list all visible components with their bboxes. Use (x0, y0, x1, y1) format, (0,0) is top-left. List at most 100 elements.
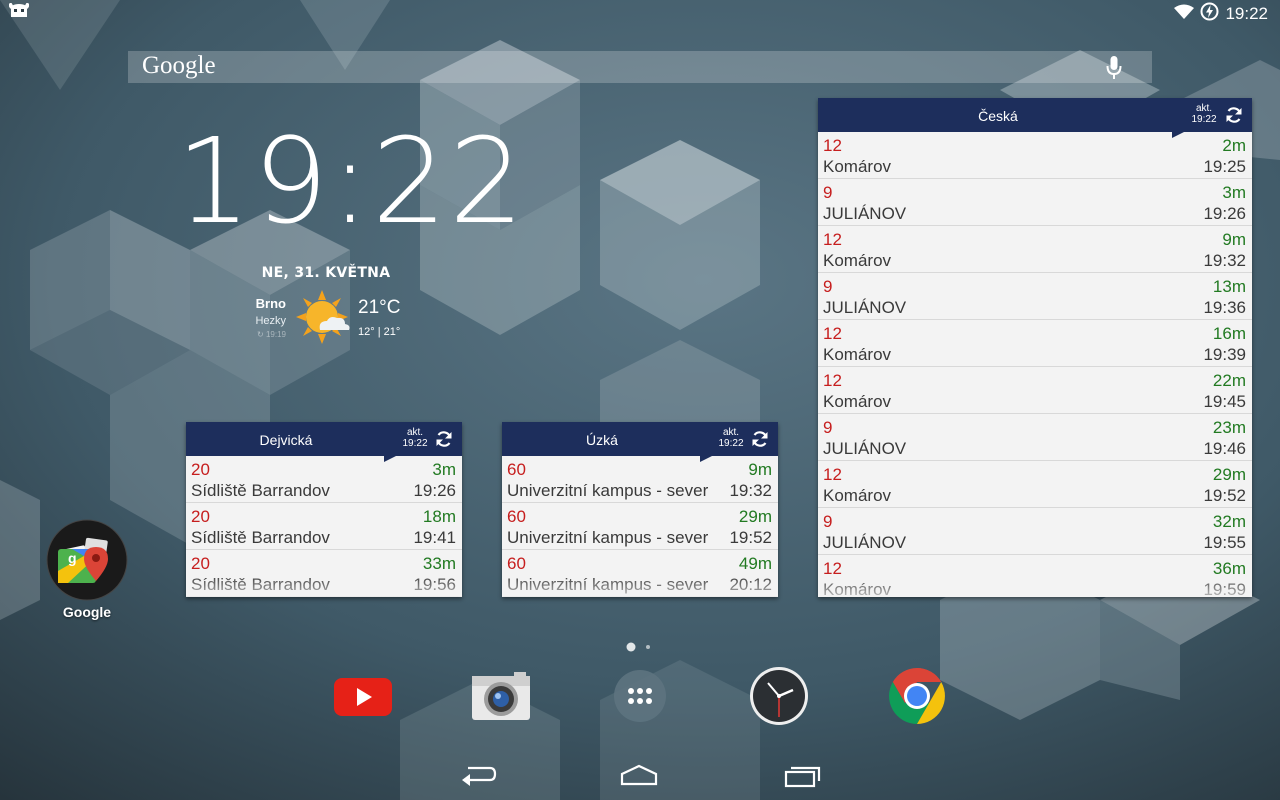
update-info: akt. 19:22 (1188, 103, 1220, 125)
departure-row[interactable]: 60 Univerzitní kampus - sever 49m 20:12 (502, 550, 778, 597)
line-number: 9 (823, 277, 833, 296)
departure-time: 19:56 (413, 575, 456, 594)
widget-header: Česká akt. 19:22 (818, 98, 1252, 132)
departure-row[interactable]: 12 Komárov 29m 19:52 (818, 461, 1252, 508)
update-label: akt. (722, 427, 740, 438)
departure-row[interactable]: 12 Komárov 2m 19:25 (818, 132, 1252, 179)
departure-time: 19:41 (413, 528, 456, 547)
update-time: 19:22 (718, 438, 744, 449)
weather-range: 12° | 21° (358, 326, 401, 338)
weather-city: Brno (255, 296, 286, 311)
minutes-remaining: 9m (1222, 230, 1246, 249)
line-number: 60 (507, 507, 526, 526)
destination: Komárov (823, 251, 892, 270)
departures-widget-ceska[interactable]: Česká akt. 19:22 12 Komárov 2m 19:25 9 JULIÁN… (818, 98, 1252, 597)
update-time: 19:22 (1191, 114, 1217, 125)
recent-apps-icon[interactable] (783, 762, 823, 795)
google-logo: Google (142, 52, 216, 79)
line-number: 9 (823, 183, 833, 202)
camera-icon[interactable] (470, 670, 532, 727)
departure-row[interactable]: 20 Sídliště Barrandov 33m 19:56 (186, 550, 462, 597)
departure-row[interactable]: 9 JULIÁNOV 23m 19:46 (818, 414, 1252, 461)
update-label: akt. (406, 427, 424, 438)
destination: Komárov (823, 392, 892, 411)
line-number: 12 (823, 230, 842, 249)
minutes-remaining: 29m (738, 507, 772, 526)
departure-time: 19:46 (1203, 439, 1246, 458)
minutes-remaining: 18m (422, 507, 456, 526)
departures-widget-dejvicka[interactable]: Dejvická akt. 19:22 20 Sídliště Barrandov… (186, 422, 462, 597)
destination: Univerzitní kampus - sever (507, 575, 709, 594)
svg-text:g: g (68, 550, 77, 566)
destination: JULIÁNOV (823, 298, 907, 317)
departure-row[interactable]: 9 JULIÁNOV 32m 19:55 (818, 508, 1252, 555)
chrome-icon[interactable] (886, 665, 948, 732)
minutes-remaining: 2m (1222, 136, 1246, 155)
departure-time: 19:55 (1203, 533, 1246, 552)
refresh-icon[interactable] (750, 429, 770, 454)
sun-cloud-icon[interactable] (296, 290, 352, 351)
youtube-icon[interactable] (333, 674, 393, 725)
minutes-remaining: 13m (1212, 277, 1246, 296)
weather-condition: Hezky (255, 315, 286, 327)
stop-name: Úzká (586, 432, 618, 448)
departure-list: 20 Sídliště Barrandov 3m 19:26 20 Sídliště Ba… (186, 456, 462, 597)
minutes-remaining: 3m (432, 460, 456, 479)
destination: Sídliště Barrandov (191, 528, 330, 547)
microphone-icon[interactable] (1106, 56, 1122, 85)
departure-time: 19:32 (729, 481, 772, 500)
destination: Sídliště Barrandov (191, 481, 330, 500)
departure-row[interactable]: 20 Sídliště Barrandov 3m 19:26 (186, 456, 462, 503)
google-search-bar[interactable]: Google (128, 51, 1152, 83)
departure-time: 19:25 (1203, 157, 1246, 176)
clock-date: NE, 31. KVĚTNA (261, 265, 391, 281)
home-icon[interactable] (619, 762, 659, 795)
departure-row[interactable]: 12 Komárov 36m 19:59 (818, 555, 1252, 597)
line-number: 12 (823, 136, 842, 155)
widget-header: Úzká akt. 19:22 (502, 422, 778, 456)
departure-row[interactable]: 12 Komárov 22m 19:45 (818, 367, 1252, 414)
departures-widget-uzka[interactable]: Úzká akt. 19:22 60 Univerzitní kampus - s… (502, 422, 778, 597)
destination: Univerzitní kampus - sever (507, 528, 709, 547)
departure-row[interactable]: 60 Univerzitní kampus - sever 9m 19:32 (502, 456, 778, 503)
departure-time: 19:26 (1203, 204, 1246, 223)
destination: Komárov (823, 345, 892, 364)
line-number: 9 (823, 512, 833, 531)
departure-row[interactable]: 60 Univerzitní kampus - sever 29m 19:52 (502, 503, 778, 550)
line-number: 12 (823, 371, 842, 390)
google-folder-label: Google (62, 604, 112, 620)
minutes-remaining: 9m (748, 460, 772, 479)
google-apps-folder[interactable]: g (46, 519, 128, 606)
line-number: 60 (507, 460, 526, 479)
update-info: akt. 19:22 (399, 427, 431, 449)
update-time: 19:22 (402, 438, 428, 449)
page-indicator (626, 639, 652, 657)
app-drawer-icon[interactable] (612, 668, 668, 729)
departure-row[interactable]: 20 Sídliště Barrandov 18m 19:41 (186, 503, 462, 550)
status-time: 19:22 (1225, 4, 1268, 23)
departure-row[interactable]: 12 Komárov 9m 19:32 (818, 226, 1252, 273)
weather-temperature: 21°C (358, 297, 401, 318)
departure-row[interactable]: 12 Komárov 16m 19:39 (818, 320, 1252, 367)
line-number: 20 (191, 507, 210, 526)
departure-time: 19:39 (1203, 345, 1246, 364)
navigation-bar (0, 752, 1280, 800)
departure-time: 19:52 (729, 528, 772, 547)
back-icon[interactable] (458, 762, 498, 795)
departure-row[interactable]: 9 JULIÁNOV 13m 19:36 (818, 273, 1252, 320)
destination: Komárov (823, 580, 892, 597)
departure-time: 19:52 (1203, 486, 1246, 505)
clock-icon[interactable] (748, 665, 810, 732)
refresh-icon[interactable] (434, 429, 454, 454)
line-number: 12 (823, 324, 842, 343)
departure-list: 60 Univerzitní kampus - sever 9m 19:32 60 Uni… (502, 456, 778, 597)
refresh-icon[interactable] (1224, 105, 1244, 130)
departure-row[interactable]: 9 JULIÁNOV 3m 19:26 (818, 179, 1252, 226)
wifi-icon (1174, 4, 1195, 25)
minutes-remaining: 3m (1222, 183, 1246, 202)
clock-time[interactable]: 19:22 (176, 112, 524, 250)
status-bar: 19:22 (0, 0, 1280, 25)
minutes-remaining: 32m (1212, 512, 1246, 531)
minutes-remaining: 23m (1212, 418, 1246, 437)
departure-time: 19:26 (413, 481, 456, 500)
